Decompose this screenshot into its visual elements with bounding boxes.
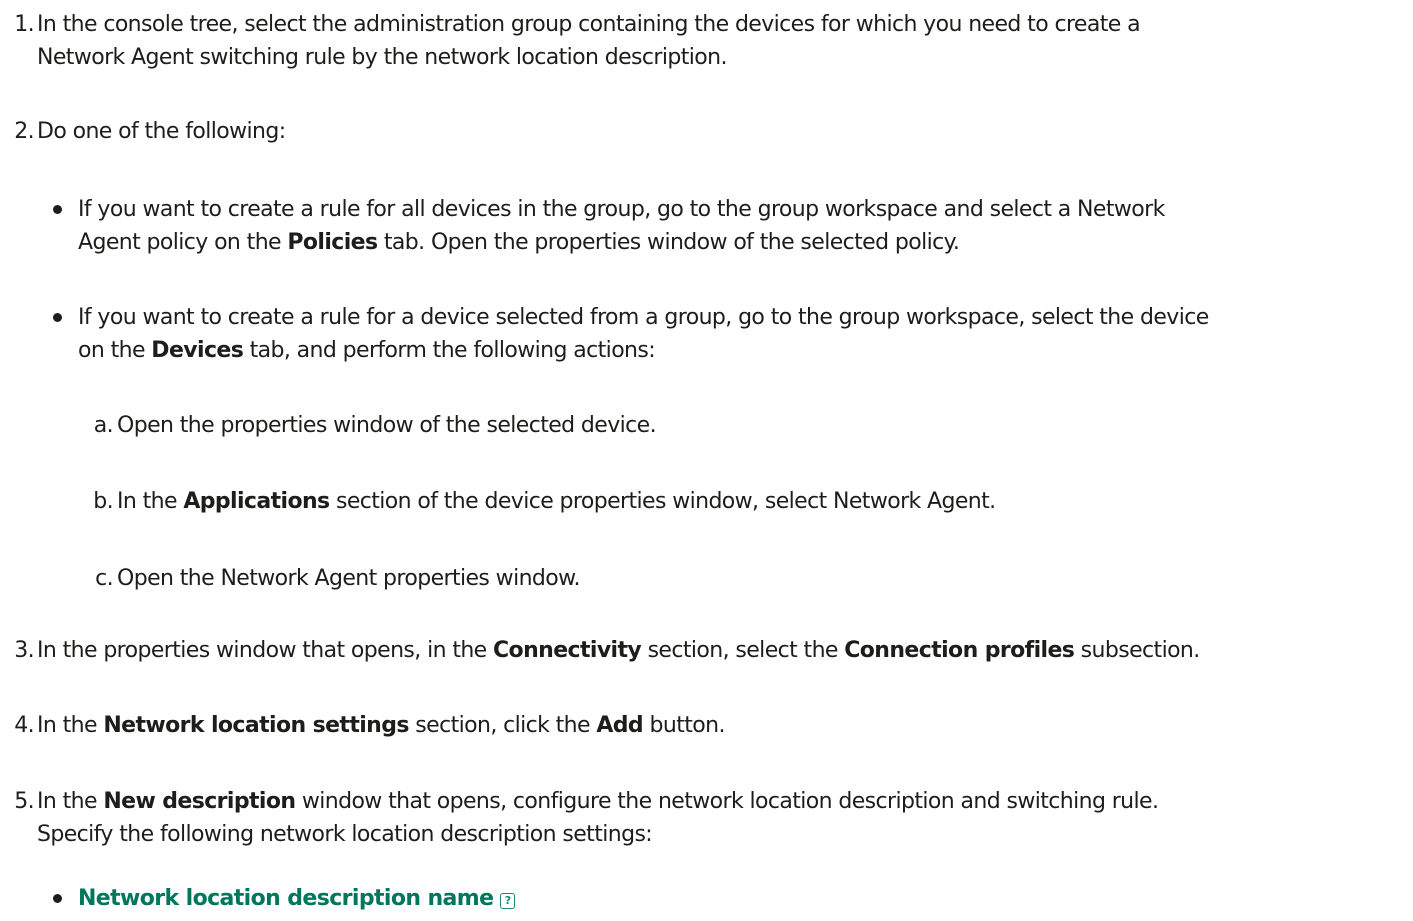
substep-a-letter: a.	[93, 413, 114, 438]
bullet-marker	[53, 205, 62, 214]
text-run: tab. Open the properties window of the s…	[377, 230, 960, 255]
option-2-text-cont: on the Devices tab, and perform the foll…	[78, 334, 656, 367]
text-run: section, select the	[641, 638, 845, 663]
instructions-page: 1. In the console tree, select the admin…	[0, 0, 1413, 921]
text-run: Agent policy on the	[78, 230, 288, 255]
substep-a-text: Open the properties window of the select…	[117, 413, 657, 438]
step-3-text: In the properties window that opens, in …	[37, 634, 1200, 667]
bullet-marker	[53, 894, 62, 903]
step-5-text: In the New description window that opens…	[37, 785, 1159, 818]
connectivity-section-ref: Connectivity	[493, 638, 642, 663]
text-run: In the	[37, 713, 104, 738]
network-location-name-link[interactable]: Network location description name	[78, 886, 494, 911]
text-run: on the	[78, 338, 152, 363]
network-location-name-setting[interactable]: Network location description name?	[78, 882, 516, 915]
substep-c-letter: c.	[95, 566, 113, 591]
applications-section-ref: Applications	[183, 489, 330, 514]
new-description-window-ref: New description	[103, 789, 296, 814]
substep-b-text: In the Applications section of the devic…	[117, 485, 996, 518]
text-run: In the	[117, 489, 184, 514]
option-2-text: If you want to create a rule for a devic…	[78, 305, 1209, 330]
devices-tab-ref: Devices	[151, 338, 244, 363]
add-button-ref: Add	[596, 713, 644, 738]
text-run: In the	[37, 789, 104, 814]
text-run: button.	[643, 713, 725, 738]
text-run: tab, and perform the following actions:	[243, 338, 656, 363]
step-1-text: In the console tree, select the administ…	[37, 12, 1141, 37]
network-location-settings-ref: Network location settings	[103, 713, 409, 738]
connection-profiles-ref: Connection profiles	[844, 638, 1075, 663]
step-5-text-cont: Specify the following network location d…	[37, 822, 653, 847]
substep-b-letter: b.	[93, 489, 113, 514]
text-run: section, click the	[408, 713, 597, 738]
text-run: In the properties window that opens, in …	[37, 638, 494, 663]
text-run: subsection.	[1074, 638, 1201, 663]
step-5-number: 5.	[14, 789, 34, 814]
substep-c-text: Open the Network Agent properties window…	[117, 566, 581, 591]
step-2-number: 2.	[14, 119, 34, 144]
help-icon[interactable]: ?	[500, 893, 516, 909]
policies-tab-ref: Policies	[287, 230, 378, 255]
step-3-number: 3.	[14, 638, 34, 663]
step-4-text: In the Network location settings section…	[37, 709, 725, 742]
option-1-text-cont: Agent policy on the Policies tab. Open t…	[78, 226, 960, 259]
text-run: window that opens, configure the network…	[295, 789, 1159, 814]
step-2-text: Do one of the following:	[37, 119, 286, 144]
step-4-number: 4.	[14, 713, 34, 738]
text-run: section of the device properties window,…	[329, 489, 996, 514]
step-1-number: 1.	[14, 12, 34, 37]
step-1-text-cont: Network Agent switching rule by the netw…	[37, 45, 727, 70]
bullet-marker	[53, 313, 62, 322]
option-1-text: If you want to create a rule for all dev…	[78, 197, 1165, 222]
